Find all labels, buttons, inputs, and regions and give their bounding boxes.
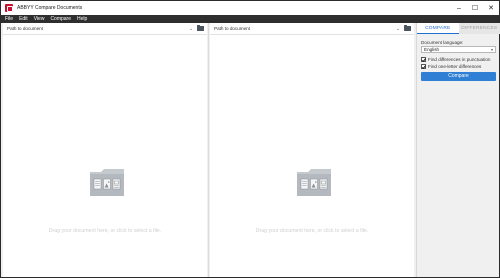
punctuation-option[interactable]: Find differences in punctuation xyxy=(421,57,490,62)
document-folder-illustration xyxy=(90,169,124,196)
chevron-down-icon[interactable]: ⌄ xyxy=(187,26,195,32)
punctuation-checkbox[interactable] xyxy=(421,57,426,62)
left-path-input[interactable]: Path to document xyxy=(7,26,187,31)
right-drop-hint: Drag your document here, or click to sel… xyxy=(255,228,369,234)
folder-icon[interactable] xyxy=(404,24,411,31)
minimize-button[interactable]: – xyxy=(451,1,467,15)
document-language-select[interactable]: English ▾ xyxy=(421,46,496,53)
left-document-pane: Path to document ⌄ Drag your document he… xyxy=(3,23,207,277)
left-drop-hint: Drag your document here, or click to sel… xyxy=(48,228,162,234)
menu-edit[interactable]: Edit xyxy=(19,15,28,23)
left-drop-zone[interactable]: Drag your document here, or click to sel… xyxy=(3,35,207,277)
menu-bar: File Edit View Compare Help xyxy=(1,15,499,23)
right-document-pane: Path to document ⌄ Drag your document he… xyxy=(210,23,414,277)
menu-compare[interactable]: Compare xyxy=(50,15,71,23)
right-path-input[interactable]: Path to document xyxy=(214,26,394,31)
pane-divider[interactable] xyxy=(208,23,209,277)
close-button[interactable]: ✕ xyxy=(483,1,499,15)
one-letter-checkbox[interactable] xyxy=(421,64,426,69)
punctuation-label: Find differences in punctuation xyxy=(428,57,491,62)
main-content: Path to document ⌄ Drag your document he… xyxy=(1,23,500,277)
menu-view[interactable]: View xyxy=(34,15,45,23)
window-title: ABBYY Compare Documents xyxy=(17,5,83,11)
one-letter-option[interactable]: Find one-letter differences xyxy=(421,64,481,69)
document-folder-illustration xyxy=(297,169,331,196)
left-path-bar[interactable]: Path to document ⌄ xyxy=(3,23,207,35)
chevron-down-icon: ▾ xyxy=(490,47,493,52)
right-path-bar[interactable]: Path to document ⌄ xyxy=(210,23,414,35)
compare-side-panel: COMPARE DIFFERENCES Document language: E… xyxy=(416,23,500,277)
menu-help[interactable]: Help xyxy=(77,15,87,23)
title-bar: ABBYY Compare Documents – ☐ ✕ xyxy=(1,1,499,15)
app-window: ABBYY Compare Documents – ☐ ✕ File Edit … xyxy=(0,0,500,278)
one-letter-label: Find one-letter differences xyxy=(428,64,482,69)
window-controls: – ☐ ✕ xyxy=(451,1,499,15)
tab-differences[interactable]: DIFFERENCES xyxy=(458,23,500,34)
document-language-label: Document language: xyxy=(421,40,464,45)
maximize-button[interactable]: ☐ xyxy=(467,1,483,15)
folder-icon[interactable] xyxy=(197,24,204,31)
compare-button[interactable]: Compare xyxy=(421,72,496,81)
language-value: English xyxy=(424,47,440,52)
tab-compare[interactable]: COMPARE xyxy=(417,23,459,34)
right-drop-zone[interactable]: Drag your document here, or click to sel… xyxy=(210,35,414,277)
chevron-down-icon[interactable]: ⌄ xyxy=(394,26,402,32)
abbyy-app-icon xyxy=(5,4,13,12)
side-tabs: COMPARE DIFFERENCES xyxy=(417,23,500,34)
menu-file[interactable]: File xyxy=(5,15,13,23)
